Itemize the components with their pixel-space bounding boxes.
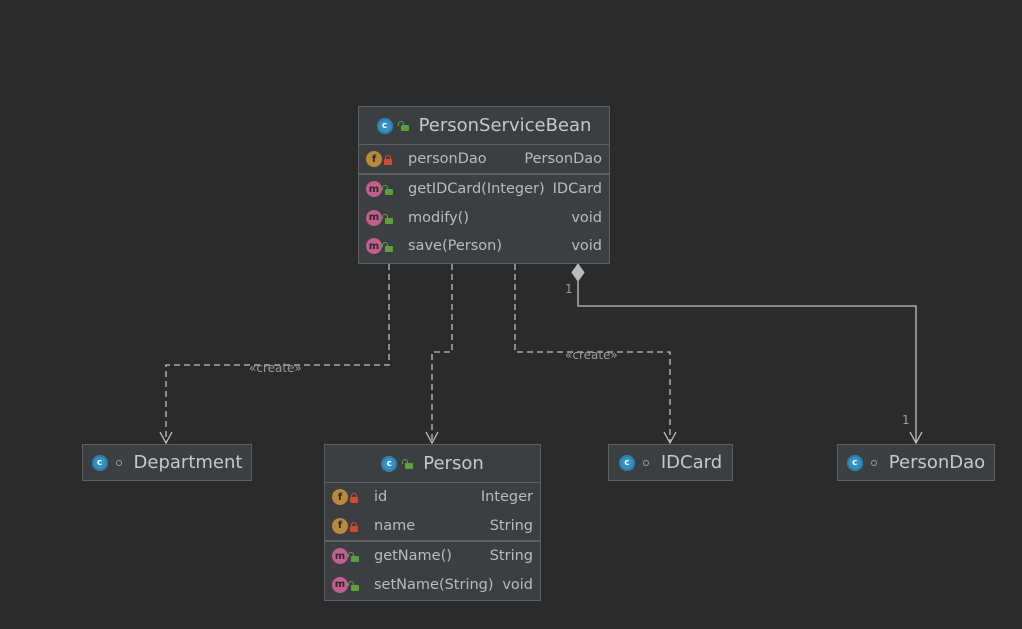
public-visibility-icon xyxy=(382,185,393,195)
class-person[interactable]: c Person f id Integer f name String m ge… xyxy=(324,444,541,601)
public-visibility-icon xyxy=(397,120,409,131)
method-return-type: void xyxy=(502,576,533,593)
class-persondao[interactable]: c PersonDao xyxy=(837,444,995,481)
field-row[interactable]: f name String xyxy=(325,512,540,541)
multiplicity-source: 1 xyxy=(565,282,573,296)
public-visibility-icon xyxy=(348,552,359,562)
method-name: save(Person) xyxy=(408,238,502,255)
class-name: IDCard xyxy=(660,452,723,473)
composition-to-persondao xyxy=(577,281,917,442)
dependency-to-department xyxy=(165,264,390,442)
method-return-type: String xyxy=(489,548,533,565)
field-type: Integer xyxy=(480,489,533,506)
method-return-type: IDCard xyxy=(552,181,602,198)
method-return-type: void xyxy=(571,209,602,226)
private-visibility-icon xyxy=(349,493,359,503)
create-label-idcard: «create» xyxy=(565,348,618,362)
method-icon: m xyxy=(366,238,382,255)
class-icon: c xyxy=(618,454,635,471)
method-row[interactable]: m modify() void xyxy=(359,204,609,233)
class-header: c Department xyxy=(83,445,251,480)
package-private-visibility-icon xyxy=(869,458,879,468)
method-name: getIDCard(Integer) xyxy=(408,181,545,198)
method-icon: m xyxy=(332,548,348,565)
class-header: c IDCard xyxy=(609,445,732,480)
public-visibility-icon xyxy=(402,458,414,469)
method-icon: m xyxy=(366,181,382,198)
field-type: String xyxy=(489,517,533,534)
method-row[interactable]: m getName() String xyxy=(325,542,540,571)
class-name: Department xyxy=(133,452,243,473)
class-name: Person xyxy=(423,453,484,474)
private-visibility-icon xyxy=(349,521,359,532)
method-name: modify() xyxy=(408,209,469,226)
class-header: c PersonServiceBean xyxy=(359,107,609,144)
field-icon: f xyxy=(332,489,348,506)
field-type: PersonDao xyxy=(524,151,602,167)
class-icon: c xyxy=(381,455,398,472)
public-visibility-icon xyxy=(348,580,359,591)
dependency-to-person xyxy=(431,264,453,442)
field-row[interactable]: f id Integer xyxy=(325,483,540,512)
method-return-type: void xyxy=(571,238,602,255)
create-label-department: «create» xyxy=(249,361,302,375)
class-personservicebean[interactable]: c PersonServiceBean f personDao PersonDa… xyxy=(358,106,610,264)
composition-diamond xyxy=(571,263,585,282)
field-row[interactable]: f personDao PersonDao xyxy=(359,145,609,173)
private-visibility-icon xyxy=(383,155,393,165)
field-icon: f xyxy=(366,151,382,167)
multiplicity-target: 1 xyxy=(902,413,910,427)
package-private-visibility-icon xyxy=(641,458,651,468)
class-name: PersonServiceBean xyxy=(418,115,592,136)
field-name: personDao xyxy=(408,151,487,167)
method-name: setName(String) xyxy=(374,576,494,593)
class-department[interactable]: c Department xyxy=(82,444,252,481)
class-header: c Person xyxy=(325,445,540,482)
method-icon: m xyxy=(332,576,348,593)
package-private-visibility-icon xyxy=(114,458,124,468)
class-idcard[interactable]: c IDCard xyxy=(608,444,733,481)
method-name: getName() xyxy=(374,548,452,565)
field-name: id xyxy=(374,489,388,506)
class-header: c PersonDao xyxy=(838,445,994,480)
class-icon: c xyxy=(846,454,863,471)
method-row[interactable]: m getIDCard(Integer) IDCard xyxy=(359,175,609,204)
method-icon: m xyxy=(366,209,382,226)
field-name: name xyxy=(374,517,416,534)
class-icon: c xyxy=(91,454,108,471)
field-icon: f xyxy=(332,517,348,534)
method-row[interactable]: m setName(String) void xyxy=(325,571,540,600)
public-visibility-icon xyxy=(382,213,393,224)
class-name: PersonDao xyxy=(888,452,986,473)
method-row[interactable]: m save(Person) void xyxy=(359,232,609,261)
class-icon: c xyxy=(376,117,393,134)
public-visibility-icon xyxy=(382,242,393,252)
